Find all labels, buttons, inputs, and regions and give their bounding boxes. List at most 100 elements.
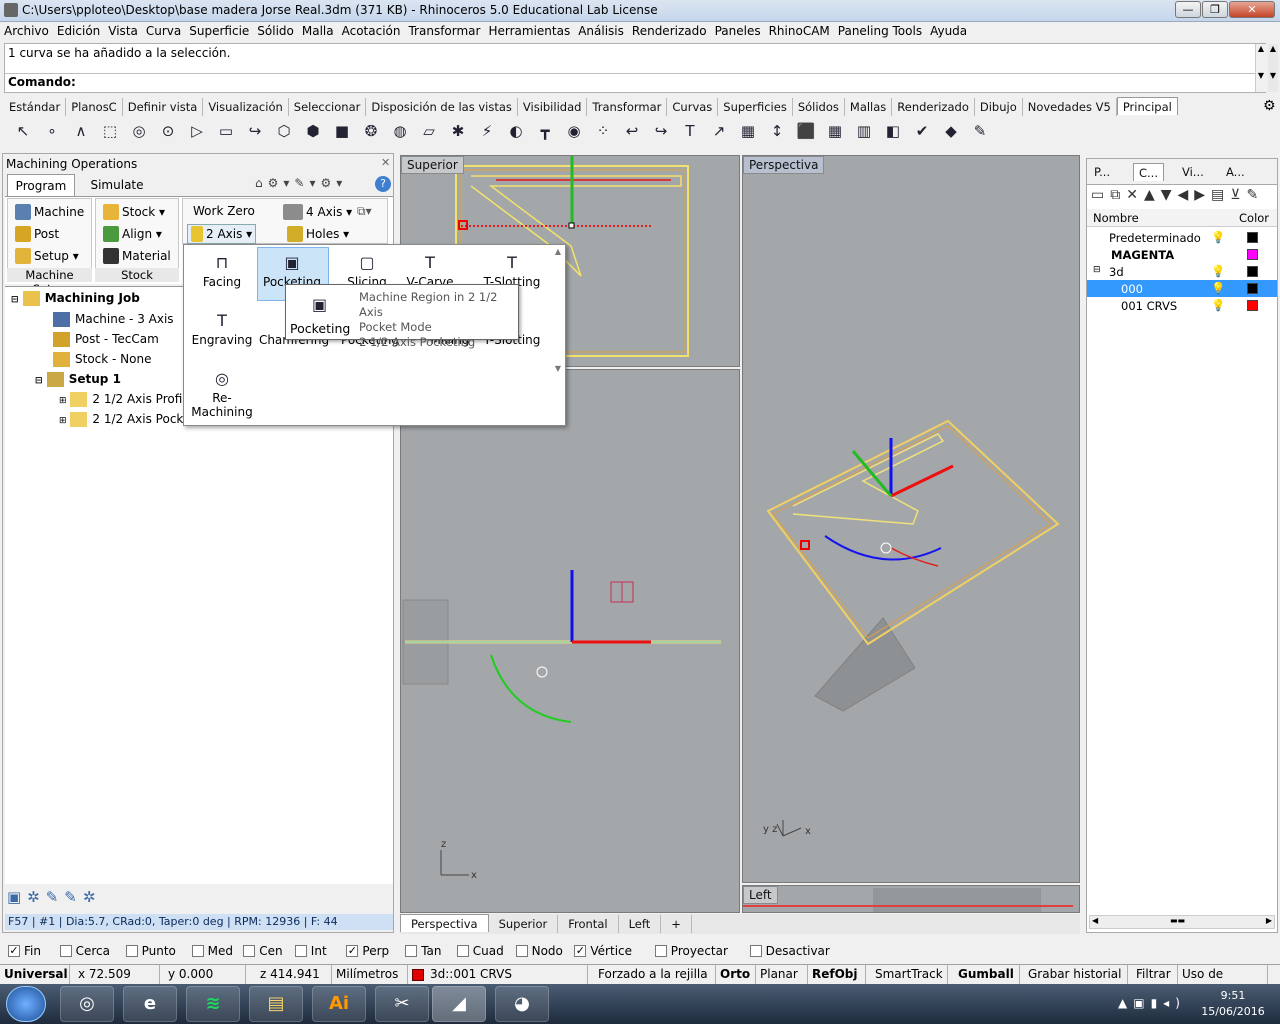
tab-novedades[interactable]: Novedades V5 [1023,98,1117,116]
toolbar-icon-32[interactable]: ◆ [940,120,962,142]
two-axis-button[interactable]: 2 Axis ▾ [187,224,257,244]
toolbar-icon-13[interactable]: ◍ [389,120,411,142]
osnap-tan[interactable]: Tan [405,944,442,958]
spotify-icon[interactable]: ≋ [186,986,240,1022]
vptab-perspectiva[interactable]: Perspectiva [400,914,489,932]
toolbar-icon-1[interactable]: ∘ [41,120,63,142]
illustrator-icon[interactable]: Ai [312,986,366,1022]
menu-paneling-tools[interactable]: Paneling Tools [834,22,926,38]
four-axis-button[interactable]: 4 Axis ▾ [283,204,352,220]
tab-renderizado[interactable]: Renderizado [892,98,975,116]
menu-rhinocam[interactable]: RhinoCAM [765,22,834,38]
osnap-checkbox[interactable] [749,945,762,957]
command-input[interactable] [75,74,1255,92]
toolbar-icon-10[interactable]: ⬢ [302,120,324,142]
lightbulb-icon[interactable]: 💡 [1211,230,1225,244]
vptab-left[interactable]: Left [619,915,662,933]
tree-machine[interactable]: Machine - 3 Axis [53,312,174,327]
toolbar-icon-19[interactable]: ◉ [563,120,585,142]
status-refobj[interactable]: RefObj [808,965,866,985]
status-grid-snap[interactable]: Forzado a la rejilla [588,965,716,985]
toolbar-icon-27[interactable]: ⬛ [795,120,817,142]
tab-solidos[interactable]: Sólidos [793,98,845,116]
tray-icons[interactable]: ▲▣▮◂) [1118,996,1186,1010]
toolbar-icon-31[interactable]: ✔ [911,120,933,142]
tab-principal[interactable]: Principal [1116,97,1178,115]
tree-post[interactable]: Post - TecCam [53,332,159,347]
toolbar-icon-3[interactable]: ⬚ [99,120,121,142]
panel-tab-attributes[interactable]: A... [1221,163,1250,181]
start-button[interactable] [6,986,46,1022]
work-zero-button[interactable]: Work Zero [193,204,255,218]
explorer-icon[interactable]: ▤ [249,986,303,1022]
panel-tab-viewports[interactable]: Vi... [1177,163,1209,181]
menu-acotacion[interactable]: Acotación [338,22,405,38]
lightbulb-icon[interactable]: 💡 [1211,264,1225,278]
menu-paneles[interactable]: Paneles [711,22,765,38]
toolbar-icon-8[interactable]: ↪ [244,120,266,142]
toolbar-icon-11[interactable]: ■ [331,120,353,142]
snipping-icon[interactable]: ✂ [375,986,429,1022]
outer-scrollbar[interactable]: ▲ ▼ [1268,44,1278,92]
material-button[interactable]: Material [103,248,171,264]
toolbar-icon-9[interactable]: ⬡ [273,120,295,142]
toolbar-icon-24[interactable]: ↗ [708,120,730,142]
tab-visibilidad[interactable]: Visibilidad [518,98,588,116]
command-scrollbar[interactable]: ▲ ▼ [1255,44,1266,92]
tree-pocketing[interactable]: ⊞ 2 1/2 Axis Pocke [59,412,190,427]
osnap-nodo[interactable]: Nodo [515,944,563,958]
toolbar-icon-14[interactable]: ▱ [418,120,440,142]
osnap-checkbox[interactable] [243,945,256,957]
status-cplane[interactable]: Universal [0,965,70,985]
toolbar-icon-18[interactable]: ┳ [534,120,556,142]
viewport-perspective[interactable]: y z x Perspectiva [742,155,1080,883]
toolbar-icon-33[interactable]: ✎ [969,120,991,142]
toolbar-icon-0[interactable]: ↖ [12,120,34,142]
osnap-cen[interactable]: Cen [243,944,283,958]
toolbar-icon-22[interactable]: ↪ [650,120,672,142]
toolbar-icon-12[interactable]: ❂ [360,120,382,142]
menu-edicion[interactable]: Edición [53,22,104,38]
osnap-punto[interactable]: Punto [125,944,176,958]
popup-scrollbar[interactable]: ▲ ▼ [552,247,564,423]
panel-tab-layers[interactable]: C... [1133,163,1164,181]
tab-mallas[interactable]: Mallas [845,98,893,116]
osnap-perp[interactable]: ✓ Perp [346,944,389,958]
toolbar-icon-26[interactable]: ↕ [766,120,788,142]
tab-superficies[interactable]: Superficies [718,98,793,116]
menu-ayuda[interactable]: Ayuda [926,22,971,38]
tree-setup[interactable]: ⊟ Setup 1 [35,372,121,387]
toolbar-icon-30[interactable]: ◧ [882,120,904,142]
toolbar-icon-6[interactable]: ▷ [186,120,208,142]
osnap-proyectar[interactable]: Proyectar [654,944,728,958]
tab-simulate[interactable]: Simulate [79,174,155,196]
minimize-button[interactable]: — [1175,1,1201,18]
tab-planosc[interactable]: PlanosC [66,98,123,116]
menu-transformar[interactable]: Transformar [404,22,484,38]
osnap-checkbox[interactable] [456,945,469,957]
toolbar-icon-4[interactable]: ◎ [128,120,150,142]
status-filter[interactable]: Filtrar [1128,965,1178,985]
menu-analisis[interactable]: Análisis [574,22,628,38]
toolbar-icon-25[interactable]: ▦ [737,120,759,142]
osnap-checkbox[interactable] [294,945,307,957]
osnap-checkbox[interactable]: ✓ [8,945,20,957]
viewport-label-left[interactable]: Left [743,886,778,904]
close-button[interactable]: ✕ [1229,1,1275,18]
layer-row-magenta[interactable]: MAGENTA [1087,246,1277,263]
layer-color-swatch[interactable] [1247,266,1258,277]
menu-renderizado[interactable]: Renderizado [628,22,711,38]
toolbar-icon-17[interactable]: ◐ [505,120,527,142]
status-ortho[interactable]: Orto [716,965,756,985]
tab-visualizacion[interactable]: Visualización [203,98,289,116]
toolbar-icon-2[interactable]: ∧ [70,120,92,142]
tab-estandar[interactable]: Estándar [4,98,67,116]
tab-dibujo[interactable]: Dibujo [975,98,1023,116]
layer-row-3d[interactable]: ⊟ 3d 💡 [1087,263,1277,280]
status-history[interactable]: Grabar historial [1020,965,1128,985]
maximize-button[interactable]: ❐ [1202,1,1228,18]
tree-profiling[interactable]: ⊞ 2 1/2 Axis Profili [59,392,189,407]
menu-curva[interactable]: Curva [142,22,185,38]
popup-engraving[interactable]: T Engraving [184,309,260,347]
tab-seleccionar[interactable]: Seleccionar [289,98,367,116]
